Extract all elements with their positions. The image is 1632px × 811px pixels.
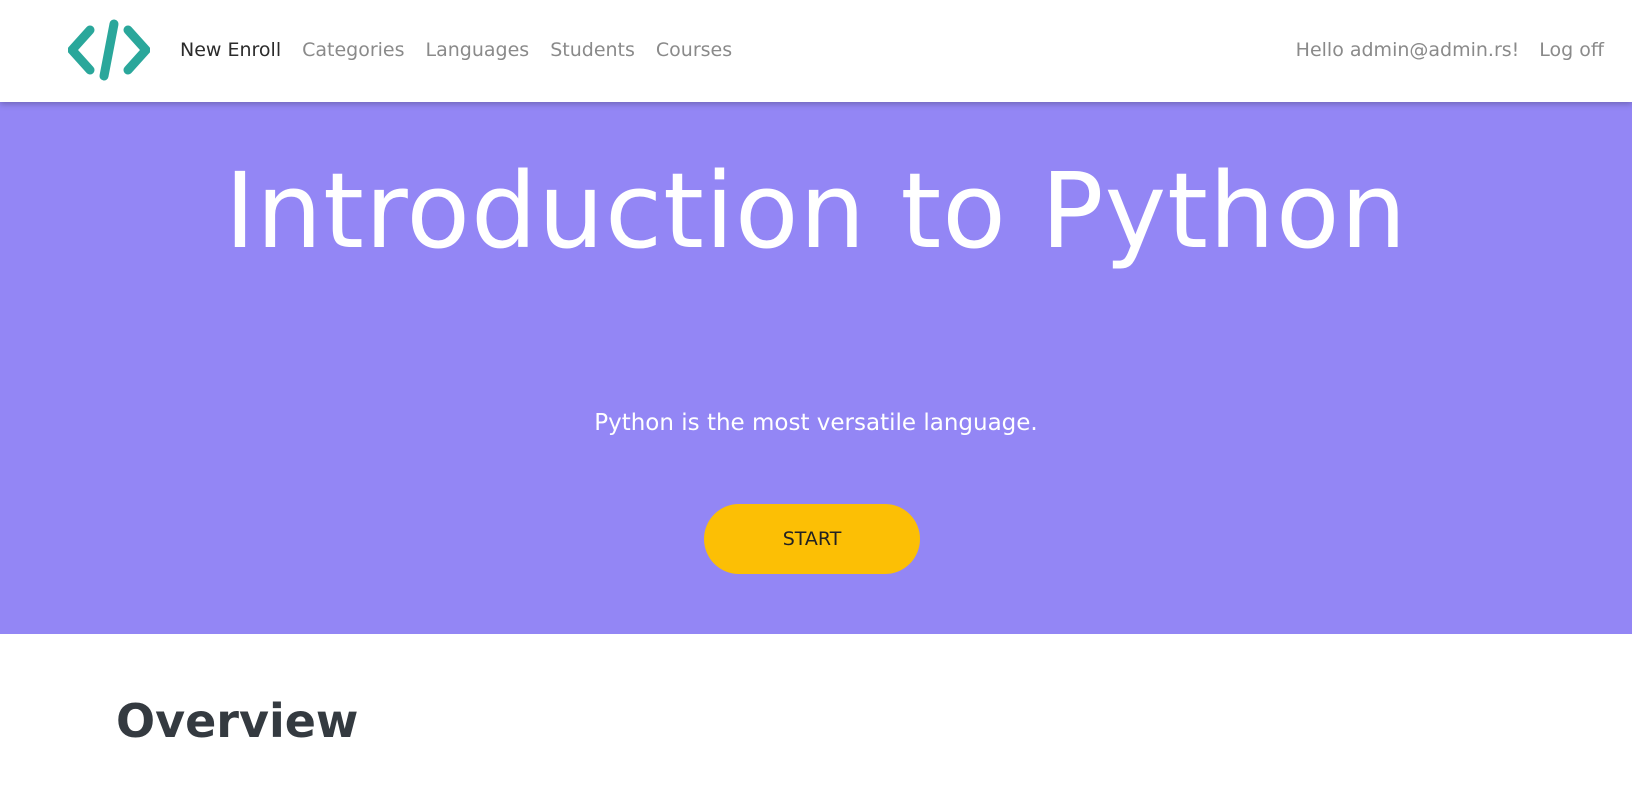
- nav-new-enroll[interactable]: New Enroll: [180, 39, 281, 61]
- hero-banner: Introduction to Python Python is the mos…: [0, 102, 1632, 634]
- course-title: Introduction to Python: [224, 150, 1408, 272]
- nav-courses[interactable]: Courses: [656, 39, 732, 61]
- top-navbar: New Enroll Categories Languages Students…: [0, 0, 1632, 102]
- start-button[interactable]: START: [704, 504, 920, 574]
- nav-students[interactable]: Students: [550, 39, 635, 61]
- nav-categories[interactable]: Categories: [302, 39, 404, 61]
- code-brackets-icon[interactable]: [67, 18, 151, 82]
- user-greeting-link[interactable]: Hello admin@admin.rs!: [1296, 39, 1520, 61]
- course-subtitle: Python is the most versatile language.: [594, 410, 1038, 436]
- nav-languages[interactable]: Languages: [426, 39, 530, 61]
- main-nav: New Enroll Categories Languages Students…: [180, 0, 753, 100]
- logoff-link[interactable]: Log off: [1539, 39, 1604, 61]
- overview-heading: Overview: [116, 694, 359, 748]
- user-nav: Hello admin@admin.rs! Log off: [1276, 0, 1604, 100]
